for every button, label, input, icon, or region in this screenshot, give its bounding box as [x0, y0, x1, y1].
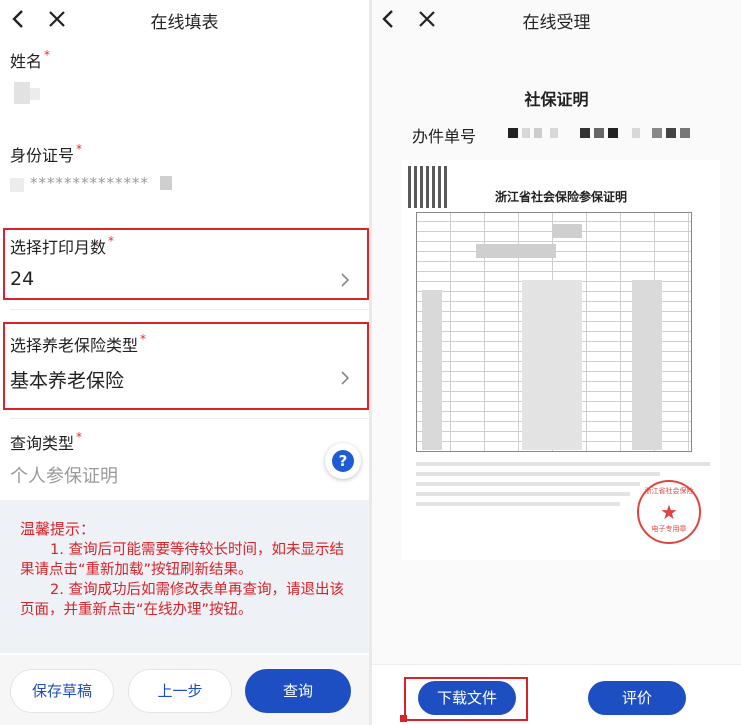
id-number-label: 身份证号 *: [10, 142, 83, 165]
id-number-value: **************: [30, 174, 149, 192]
masked-column: [522, 280, 582, 450]
previous-step-button[interactable]: 上一步: [128, 669, 232, 713]
highlight-box-months: [3, 228, 369, 300]
seal-text: 电子专用章: [651, 525, 687, 533]
query-type-label: 查询类型 *: [10, 430, 83, 453]
notice-paragraph-2: 2. 查询成功后如需修改表单再查询，请退出该页面，并重新点击“在线办理”按钮。: [20, 582, 344, 618]
masked-column: [422, 290, 442, 450]
note-line: [416, 462, 710, 466]
form-panel: 在线填表 姓名 * 身份证号 * ************** 选择打印月数 * 24…: [0, 0, 369, 725]
id-prefix-masked: [10, 178, 24, 192]
page-title: 在线受理: [522, 13, 591, 33]
name-label: 姓名 *: [10, 48, 51, 71]
page-title: 在线填表: [150, 13, 219, 33]
acceptance-panel: 在线受理 社保证明 办件单号 浙江省社会保险参保证明 浙江省社会保险 ★ 电子专: [372, 0, 741, 725]
masked-column: [632, 280, 662, 450]
notice-paragraph-1: 1. 查询后可能需要等待较长时间，如未显示结果请点击“重新加载”按钮刷新结果。: [20, 542, 344, 578]
highlight-box-download: [404, 677, 528, 721]
help-button[interactable]: ?: [325, 443, 361, 479]
save-draft-button[interactable]: 保存草稿: [10, 669, 114, 713]
name-field[interactable]: 姓名 *: [0, 44, 369, 132]
bottom-action-bar: 下载文件 评价: [372, 664, 741, 725]
divider: [10, 418, 369, 419]
seal-ring-text: 浙江省社会保险: [644, 487, 694, 495]
note-line: [416, 482, 640, 486]
highlight-corner-marker: [400, 715, 407, 722]
certificate-title: 浙江省社会保险参保证明: [494, 190, 627, 204]
notice-title: 温馨提示：: [20, 520, 96, 538]
divider: [10, 309, 369, 310]
rate-button[interactable]: 评价: [588, 681, 686, 715]
name-value-masked: [14, 82, 30, 104]
query-type-placeholder: 个人参保证明: [10, 466, 118, 487]
note-line: [416, 472, 660, 476]
id-suffix-masked: [160, 176, 172, 190]
official-seal: 浙江省社会保险 ★ 电子专用章: [637, 480, 701, 544]
query-button[interactable]: 查询: [245, 669, 351, 713]
notice-box: 温馨提示： 1. 查询后可能需要等待较长时间，如未显示结果请点击“重新加载”按钮…: [0, 500, 369, 653]
masked-info: [552, 224, 582, 238]
highlight-box-pension: [3, 322, 369, 410]
id-number-field[interactable]: 身份证号 * **************: [0, 138, 369, 218]
bottom-action-bar: 保存草稿 上一步 查询: [0, 655, 369, 725]
insurance-certificate-preview: 浙江省社会保险参保证明 浙江省社会保险 ★ 电子专用章: [402, 160, 720, 560]
order-number-label: 办件单号: [412, 127, 477, 146]
masked-info: [476, 244, 556, 258]
star-icon: ★: [660, 500, 678, 524]
query-type-field[interactable]: 查询类型 * 个人参保证明: [0, 424, 369, 500]
name-value-masked-2: [30, 88, 40, 100]
note-line: [416, 492, 630, 496]
nav-bar: 在线填表: [0, 0, 369, 40]
document-title: 社保证明: [524, 90, 589, 109]
note-line: [416, 502, 620, 506]
question-icon: ?: [332, 450, 354, 472]
nav-bar: 在线受理: [372, 0, 741, 40]
